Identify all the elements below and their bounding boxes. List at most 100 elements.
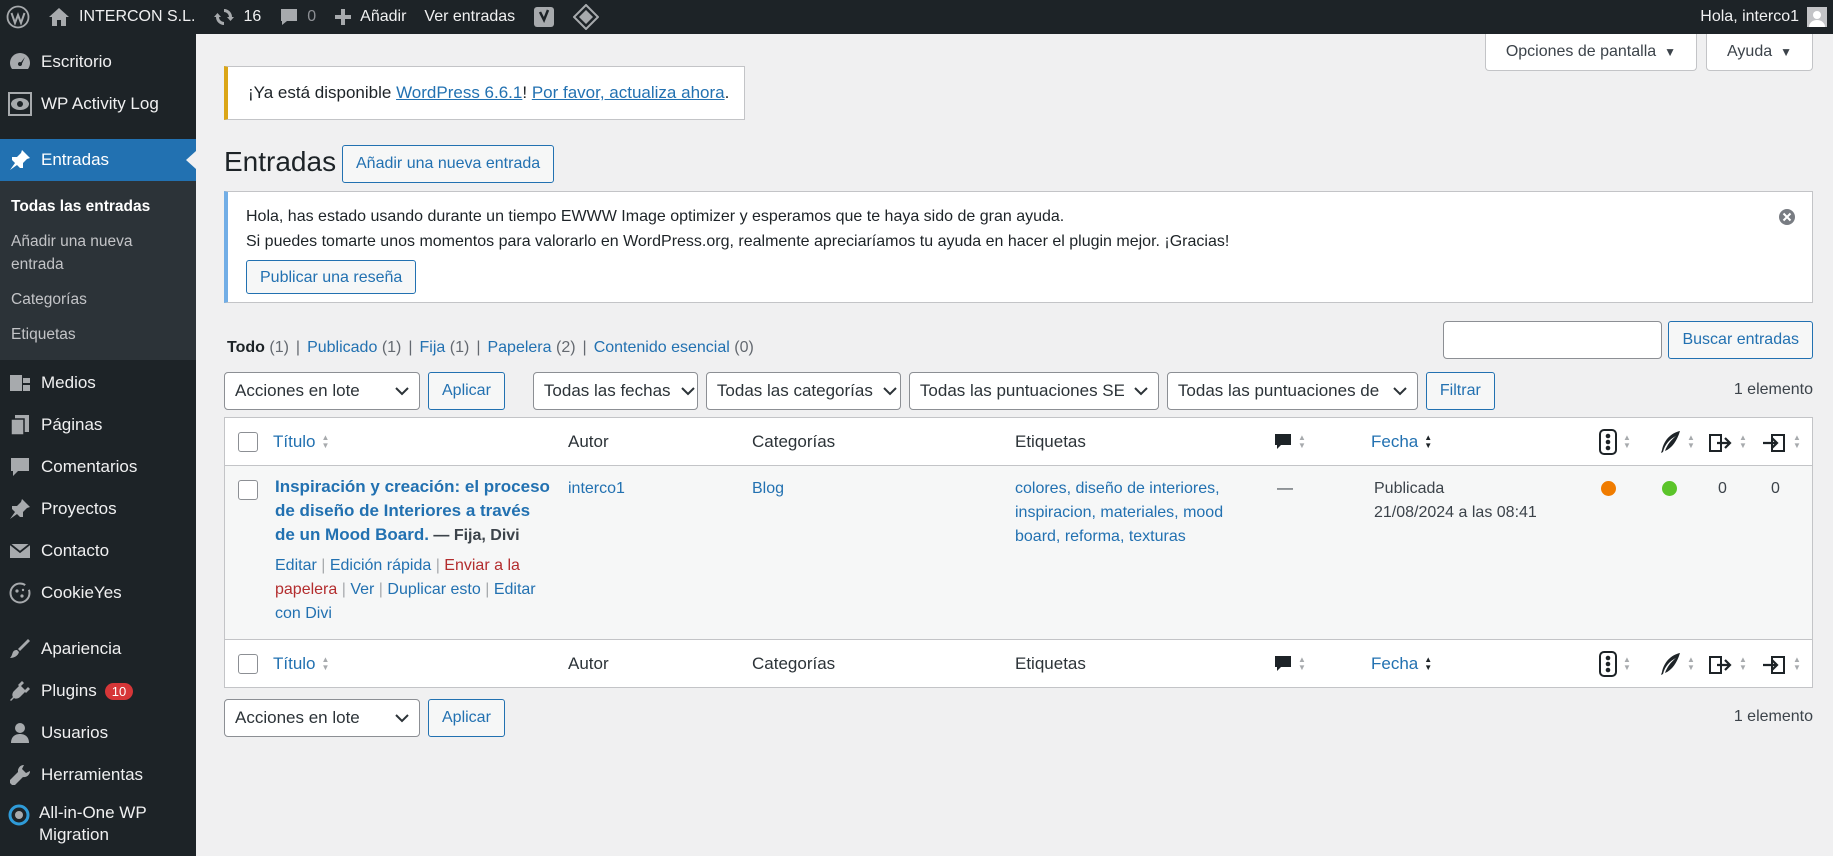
pin-icon xyxy=(7,496,33,522)
updates-link[interactable]: 16 xyxy=(204,0,270,34)
sidebar-item-proyectos[interactable]: Proyectos xyxy=(0,488,196,530)
column-outgoing-links[interactable]: ▲ ▼ xyxy=(1707,418,1747,465)
update-nag-prefix: ¡Ya está disponible xyxy=(248,83,397,102)
tags-line[interactable]: colores, diseño de interiores, xyxy=(1015,477,1223,501)
sort-icon: ▲ ▼ xyxy=(1298,654,1306,672)
sidebar-item-contacto[interactable]: Contacto xyxy=(0,530,196,572)
post-category-link[interactable]: Blog xyxy=(752,477,784,501)
readability-filter-select[interactable]: Todas las puntuaciones de legibilidad xyxy=(1166,372,1418,410)
quick-edit-link[interactable]: Edición rápida xyxy=(330,557,431,574)
sidebar-item-entradas[interactable]: Entradas xyxy=(0,139,196,181)
sidebar-item-wp-activity-log[interactable]: WP Activity Log xyxy=(0,83,196,125)
screen-options-button[interactable]: Opciones de pantalla ▼ xyxy=(1484,34,1698,71)
sidebar-item-all-in-one-wp-migration[interactable]: All-in-One WP Migration xyxy=(0,796,196,846)
select-all-checkbox[interactable] xyxy=(238,431,258,452)
select-all-checkbox[interactable] xyxy=(238,653,258,674)
submenu-categorias[interactable]: Categorías xyxy=(0,282,196,317)
sidebar-item-usuarios[interactable]: Usuarios xyxy=(0,712,196,754)
view-published[interactable]: Publicado xyxy=(307,339,377,356)
apply-bulk-button[interactable]: Aplicar xyxy=(428,699,505,737)
sidebar-item-escritorio[interactable]: Escritorio xyxy=(0,41,196,83)
view-link[interactable]: Ver xyxy=(350,581,374,598)
trash-link[interactable]: Enviar a la xyxy=(444,557,520,574)
column-seo-score[interactable]: ▲ ▼ xyxy=(1599,640,1631,687)
new-content-link[interactable]: Añadir xyxy=(325,0,415,34)
admin-bar: INTERCON S.L. 16 0 Añadir Ver entradas H… xyxy=(0,0,1833,34)
tablenav-top: Acciones en lote Aplicar Todas las fecha… xyxy=(224,372,1495,410)
duplicate-link[interactable]: Duplicar esto xyxy=(387,581,480,598)
home-icon xyxy=(48,7,70,27)
column-incoming-links[interactable]: ▲ ▼ xyxy=(1761,418,1801,465)
view-sticky[interactable]: Fija xyxy=(420,339,446,356)
column-date[interactable]: Fecha ▲ ▼ xyxy=(1371,418,1432,465)
site-name-link[interactable]: INTERCON S.L. xyxy=(39,0,204,34)
notice-line-2: Si puedes tomarte unos momentos para val… xyxy=(246,233,1230,250)
post-date-status: Publicada xyxy=(1374,480,1445,497)
sort-icon: ▲ ▼ xyxy=(1687,654,1695,672)
view-posts-link[interactable]: Ver entradas xyxy=(415,0,524,34)
post-title-line: de un Mood Board. xyxy=(275,525,429,544)
sidebar-item-paginas[interactable]: Páginas xyxy=(0,404,196,446)
column-comments[interactable]: ▲ ▼ xyxy=(1274,418,1306,465)
add-new-post-button[interactable]: Añadir una nueva entrada xyxy=(342,145,555,183)
bulk-actions-select[interactable]: Acciones en lote xyxy=(224,372,420,410)
wp-logo-icon[interactable] xyxy=(0,0,39,34)
column-date-label: Fecha xyxy=(1371,653,1419,673)
column-outgoing-links[interactable]: ▲ ▼ xyxy=(1707,640,1747,687)
yoast-icon[interactable] xyxy=(524,0,564,34)
column-title[interactable]: Título ▲ ▼ xyxy=(273,418,329,465)
submenu-etiquetas[interactable]: Etiquetas xyxy=(0,317,196,352)
apply-bulk-button[interactable]: Aplicar xyxy=(428,372,505,410)
caret-down-icon: ▼ xyxy=(1780,45,1792,59)
sidebar-item-label: Medios xyxy=(41,373,96,392)
column-readability[interactable]: ▲ ▼ xyxy=(1659,418,1695,465)
column-title[interactable]: Título ▲ ▼ xyxy=(273,640,329,687)
column-readability[interactable]: ▲ ▼ xyxy=(1659,640,1695,687)
edit-link[interactable]: Editar xyxy=(275,557,317,574)
sidebar-item-comentarios[interactable]: Comentarios xyxy=(0,446,196,488)
wordpress-version-link[interactable]: WordPress 6.6.1 xyxy=(396,83,522,102)
view-cornerstone[interactable]: Contenido esencial xyxy=(594,339,730,356)
divi-icon[interactable] xyxy=(564,0,608,34)
category-filter-select[interactable]: Todas las categorías xyxy=(705,372,901,410)
post-comments: — xyxy=(1277,480,1293,497)
seo-score-filter-select[interactable]: Todas las puntuaciones SEO xyxy=(908,372,1159,410)
sidebar-item-plugins[interactable]: Plugins 10 xyxy=(0,670,196,712)
column-incoming-links[interactable]: ▲ ▼ xyxy=(1761,640,1801,687)
row-checkbox[interactable] xyxy=(238,480,258,500)
edit-with-divi-link[interactable]: Editar xyxy=(494,581,536,598)
search-posts-button[interactable]: Buscar entradas xyxy=(1668,321,1813,359)
sidebar-item-label: Comentarios xyxy=(41,457,138,476)
bulk-actions-select[interactable]: Acciones en lote xyxy=(224,699,420,737)
filter-button[interactable]: Filtrar xyxy=(1425,372,1495,410)
update-now-link[interactable]: Por favor, actualiza ahora xyxy=(532,83,725,102)
separator: | xyxy=(408,339,413,356)
column-seo-score[interactable]: ▲ ▼ xyxy=(1599,418,1631,465)
tags-line[interactable]: inspiracion, materiales, mood xyxy=(1015,501,1223,525)
view-trash[interactable]: Papelera xyxy=(487,339,551,356)
submenu-todas-las-entradas[interactable]: Todas las entradas xyxy=(0,189,196,224)
submenu-anadir-entrada[interactable]: Añadir una nueva entrada xyxy=(0,224,196,282)
view-all[interactable]: Todo xyxy=(227,339,265,356)
column-comments[interactable]: ▲ ▼ xyxy=(1274,640,1306,687)
search-input[interactable] xyxy=(1443,321,1663,359)
publish-review-button[interactable]: Publicar una reseña xyxy=(246,260,417,294)
items-count-bottom: 1 elemento xyxy=(1733,708,1813,725)
dismiss-icon[interactable] xyxy=(1778,208,1796,226)
comments-link[interactable]: 0 xyxy=(270,0,325,34)
sidebar-item-cookieyes[interactable]: CookieYes xyxy=(0,572,196,614)
column-date[interactable]: Fecha ▲ ▼ xyxy=(1371,640,1432,687)
tags-line[interactable]: board, reforma, texturas xyxy=(1015,525,1223,549)
my-account[interactable]: Hola, interco1 xyxy=(1700,0,1833,34)
sidebar-item-herramientas[interactable]: Herramientas xyxy=(0,754,196,796)
post-author-link[interactable]: interco1 xyxy=(568,477,625,501)
sidebar-item-medios[interactable]: Medios xyxy=(0,362,196,404)
incoming-links-count: 0 xyxy=(1771,480,1780,497)
sidebar-item-apariencia[interactable]: Apariencia xyxy=(0,628,196,670)
edit-with-divi-link[interactable]: con Divi xyxy=(275,605,332,622)
date-filter-select[interactable]: Todas las fechas xyxy=(532,372,698,410)
help-button[interactable]: Ayuda ▼ xyxy=(1706,34,1813,71)
trash-link[interactable]: papelera xyxy=(275,581,337,598)
comment-icon xyxy=(279,7,299,27)
page-title: Entradas xyxy=(224,146,337,177)
